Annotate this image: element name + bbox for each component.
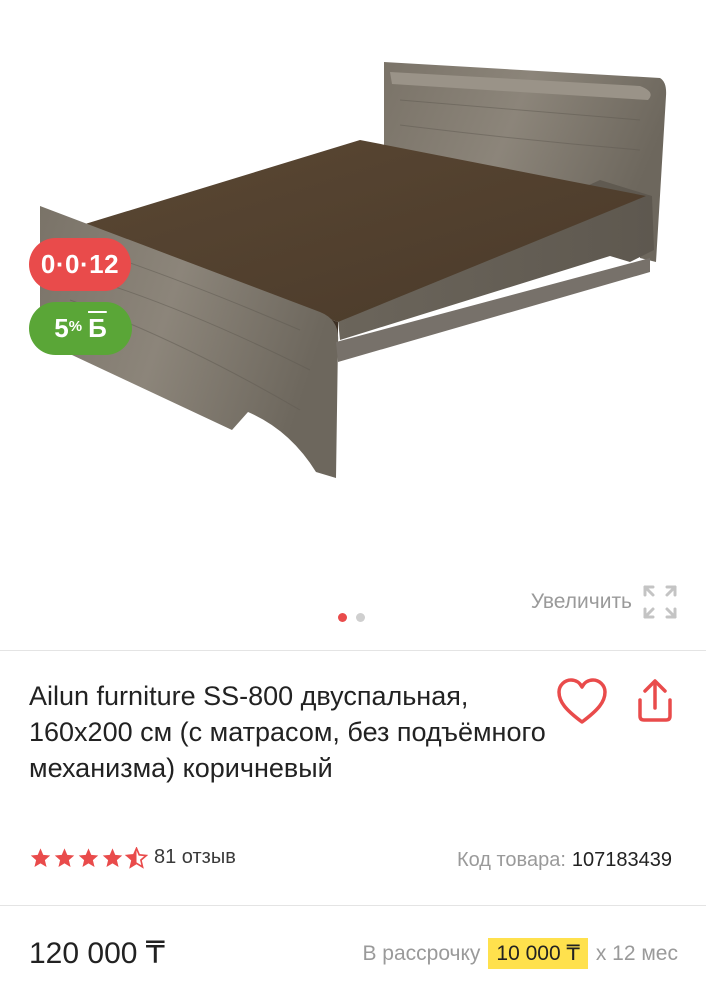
bonus-percent-unit: % <box>68 318 83 335</box>
reviews-count[interactable]: 81 отзыв <box>154 846 236 869</box>
star-icon <box>30 847 51 867</box>
expand-icon <box>643 585 677 619</box>
installment-offer[interactable]: В рассрочку 10 000 ₸ х 12 мес <box>362 938 678 969</box>
star-icon <box>102 847 123 867</box>
zoom-label: Увеличить <box>530 590 632 613</box>
product-title: Ailun furniture SS-800 двуспальная, 160х… <box>29 681 546 783</box>
bonus-currency: Б <box>88 313 107 343</box>
zoom-button[interactable]: Увеличить <box>531 584 678 620</box>
rating[interactable]: 81 отзыв <box>29 846 236 869</box>
carousel-dot-active[interactable] <box>338 613 347 622</box>
sku: Код товара: 107183439 <box>457 849 672 872</box>
divider <box>0 650 706 651</box>
carousel-dots <box>338 613 365 622</box>
heart-icon[interactable] <box>556 678 608 726</box>
product-gallery[interactable]: 0·0·12 5% Б Увеличить <box>0 0 706 650</box>
divider <box>0 905 706 906</box>
star-icon <box>54 847 75 867</box>
bonus-badge: 5% Б <box>29 302 132 355</box>
star-icon <box>78 847 99 867</box>
installment-badge-label: 0·0·12 <box>40 249 120 279</box>
installment-suffix: х 12 мес <box>595 941 678 965</box>
sku-label: Код товара: <box>456 849 566 871</box>
sku-value: 107183439 <box>571 849 672 871</box>
bonus-percent: 5 <box>54 313 69 343</box>
installment-amount: 10 000 ₸ <box>488 938 588 969</box>
installment-prefix: В рассрочку <box>362 941 481 965</box>
star-half-icon <box>125 846 148 869</box>
installment-badge: 0·0·12 <box>29 238 131 291</box>
carousel-dot[interactable] <box>356 613 365 622</box>
price: 120 000 ₸ <box>29 937 165 970</box>
rating-stars <box>29 846 148 869</box>
share-icon[interactable] <box>632 678 678 724</box>
